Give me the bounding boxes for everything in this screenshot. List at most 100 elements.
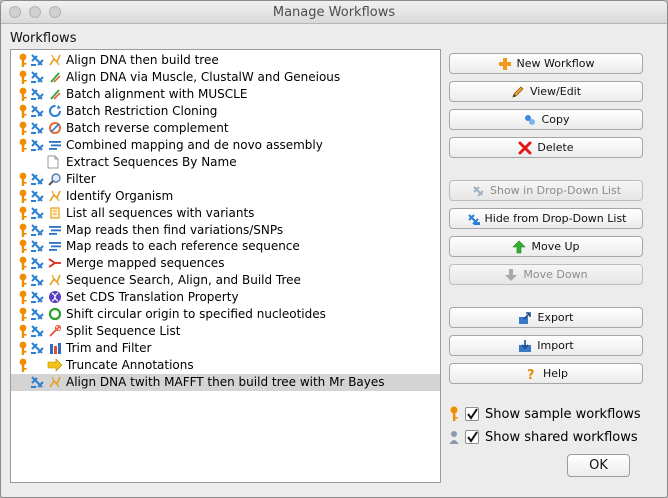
workflow-row[interactable]: Map reads to each reference sequence [11,238,440,255]
workflow-row[interactable]: Merge mapped sequences [11,255,440,272]
workflow-row-icons [14,52,66,69]
workflow-row-icons [14,171,66,188]
move-down-label: Move Down [523,268,588,281]
workflow-row[interactable]: Map reads then find variations/SNPs [11,222,440,239]
workflow-name: Shift circular origin to specified nucle… [66,307,326,322]
filter-icon [48,172,62,186]
workflow-row[interactable]: Shift circular origin to specified nucle… [11,306,440,323]
shared-user-icon [449,429,459,445]
workflow-row[interactable]: Identify Organism [11,188,440,205]
dropdown-hidden-icon [466,212,480,226]
workflow-row[interactable]: Split Sequence List [11,323,440,340]
workflow-list[interactable]: Align DNA then build tree Align DNA via M… [10,49,441,483]
dropdown-shown-icon [30,223,44,237]
window-title: Manage Workflows [272,5,396,20]
view-edit-button[interactable]: View/Edit [449,81,643,102]
view-edit-label: View/Edit [529,85,582,98]
hide-from-dropdown-button[interactable]: Hide from Drop-Down List [449,208,643,229]
dna-helix-icon [48,290,62,304]
workflow-name: Map reads to each reference sequence [66,239,300,254]
workflow-row[interactable]: Align DNA via Muscle, ClustalW and Genei… [11,69,440,86]
dropdown-shown-icon [30,87,44,101]
help-button[interactable]: ? Help [449,363,643,384]
workflow-row[interactable]: List all sequences with variants [11,205,440,222]
dropdown-shown-icon [471,184,485,198]
workflow-row[interactable]: Set CDS Translation Property [11,289,440,306]
workflow-row[interactable]: Sequence Search, Align, and Build Tree [11,272,440,289]
show-sample-workflows-option[interactable]: Show sample workflows [449,404,641,424]
new-workflow-label: New Workflow [516,57,595,70]
workflow-row[interactable]: Align DNA twith MAFFT then build tree wi… [11,374,440,392]
arrow-up-icon [512,240,527,254]
workflow-row[interactable]: Trim and Filter [11,340,440,357]
workflow-row[interactable]: Extract Sequences By Name [11,154,440,171]
dropdown-shown-icon [30,138,44,152]
assembly-icon [48,239,62,253]
show-shared-checkbox[interactable] [465,430,479,444]
delete-x-icon [518,141,532,155]
show-sample-label: Show sample workflows [485,406,641,422]
workflow-row-icons [14,238,66,255]
arrow-right-icon [47,358,63,372]
workflow-row-icons [14,272,66,289]
title-bar: Manage Workflows [1,1,667,24]
dropdown-shown-icon [30,121,44,135]
workflow-row-icons [14,374,66,391]
workflow-row-icons [14,323,66,340]
document-icon [47,155,61,169]
workflow-row[interactable]: Batch alignment with MUSCLE [11,86,440,103]
dropdown-shown-icon [30,273,44,287]
dropdown-shown-icon [30,104,44,118]
workflow-name: List all sequences with variants [66,205,255,220]
import-label: Import [537,339,574,352]
workflow-name: Trim and Filter [66,341,152,356]
move-up-button[interactable]: Move Up [449,236,643,257]
workflow-row[interactable]: Batch Restriction Cloning [11,103,440,120]
show-shared-workflows-option[interactable]: Show shared workflows [449,427,638,447]
dropdown-shown-icon [30,172,44,186]
workflow-row[interactable]: Combined mapping and de novo assembly [11,137,440,154]
workflow-name: Combined mapping and de novo assembly [66,137,323,152]
show-in-dropdown-label: Show in Drop-Down List [489,184,622,197]
workflow-row[interactable]: Batch reverse complement [11,120,440,137]
workflow-row-icons [14,137,66,154]
hide-from-dropdown-label: Hide from Drop-Down List [484,212,627,225]
workflow-name: Align DNA via Muscle, ClustalW and Genei… [66,69,341,84]
workflow-row-icons [14,69,66,86]
align-icon [48,70,62,84]
arrow-down-icon [504,268,518,282]
show-sample-checkbox[interactable] [465,407,479,421]
workflow-name: Identify Organism [66,188,174,203]
workflow-row-icons [14,86,66,103]
workflow-row[interactable]: Truncate Annotations [11,357,440,374]
show-shared-label: Show shared workflows [485,429,638,445]
tree-icon [48,189,62,203]
merge-icon [48,256,62,270]
workflow-name: Batch Restriction Cloning [66,103,218,118]
variants-icon [48,206,62,220]
assembly-icon [48,138,62,152]
new-workflow-button[interactable]: New Workflow [449,53,643,74]
svg-text:?: ? [527,368,535,381]
workflow-name: Align DNA twith MAFFT then build tree wi… [66,375,385,390]
question-mark-icon: ? [524,367,538,383]
workflow-row[interactable]: Align DNA then build tree [11,52,440,69]
workflow-name: Truncate Annotations [66,358,194,373]
circle-icon [48,307,62,321]
workflow-name: Split Sequence List [66,324,181,339]
export-label: Export [537,311,574,324]
ok-button[interactable]: OK [567,454,630,477]
workflow-name: Sequence Search, Align, and Build Tree [66,273,301,288]
move-down-button[interactable]: Move Down [449,264,643,285]
copy-button[interactable]: Copy [449,109,643,130]
dropdown-shown-icon [30,256,44,270]
import-button[interactable]: Import [449,335,643,356]
assembly-icon [48,223,62,237]
workflow-row-icons [14,289,66,306]
workflow-row[interactable]: Filter [11,171,440,188]
show-in-dropdown-button[interactable]: Show in Drop-Down List [449,180,643,201]
manage-workflows-window: Manage Workflows Workflows Align DNA the… [0,0,668,498]
export-button[interactable]: Export [449,307,643,328]
dropdown-shown-icon [30,290,44,304]
delete-button[interactable]: Delete [449,137,643,158]
